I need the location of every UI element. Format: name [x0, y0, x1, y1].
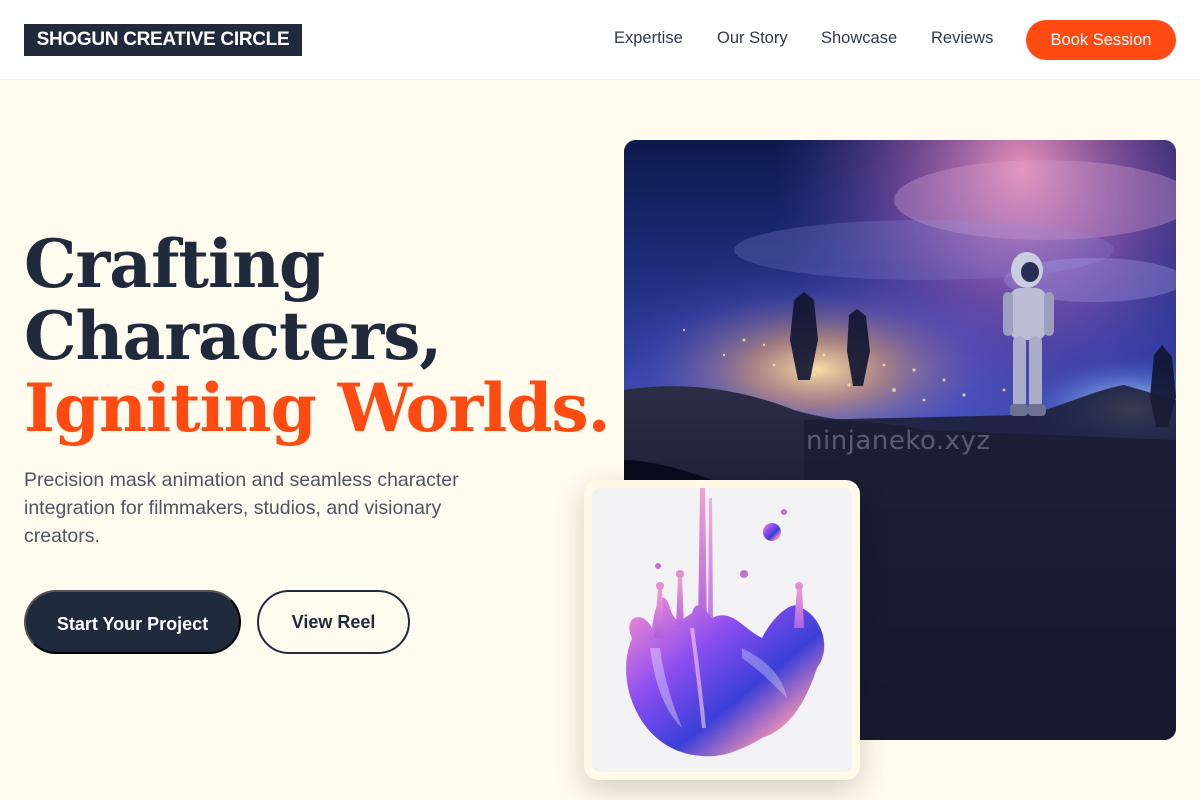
start-project-button[interactable]: Start Your Project [24, 590, 241, 654]
floating-art-card [584, 480, 860, 780]
view-reel-button[interactable]: View Reel [257, 590, 410, 654]
headline-line-1: Crafting [24, 225, 325, 303]
nav-link-expertise[interactable]: Expertise [614, 29, 683, 48]
headline-accent: Igniting Worlds. [24, 369, 611, 447]
liquid-splash-image [592, 488, 852, 772]
nav-link-reviews[interactable]: Reviews [931, 29, 993, 48]
book-session-button[interactable]: Book Session [1026, 20, 1176, 60]
headline-line-2: Characters, [24, 297, 442, 375]
nav-link-showcase[interactable]: Showcase [821, 29, 897, 48]
liquid-splash-illustration [592, 488, 852, 772]
main-nav: Expertise Our Story Showcase Reviews Boo… [0, 0, 1200, 80]
hero-headline: Crafting Characters, Igniting Worlds. [24, 225, 611, 447]
nav-link-our-story[interactable]: Our Story [717, 29, 788, 48]
site-header: SHOGUN CREATIVE CIRCLE Expertise Our Sto… [0, 0, 1200, 80]
image-watermark: ninjaneko.xyz [806, 426, 991, 456]
hero-description: Precision mask animation and seamless ch… [24, 469, 459, 547]
